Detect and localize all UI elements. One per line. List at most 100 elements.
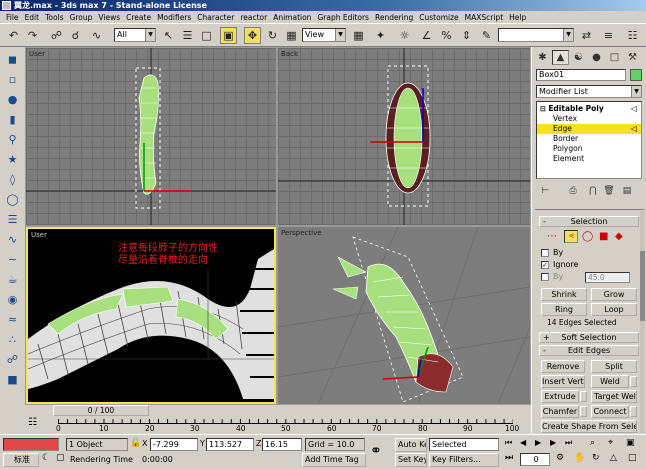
menu-edit[interactable]: Edit xyxy=(22,13,43,22)
configure-sets-icon[interactable]: ▤ xyxy=(620,184,634,198)
undo-icon[interactable]: ↶ xyxy=(5,27,22,44)
selected-set-dropdown[interactable]: Selected xyxy=(429,438,499,451)
modify-tab-icon[interactable]: ▲ xyxy=(552,50,569,65)
show-end-result-icon[interactable]: ⎙ xyxy=(566,184,580,198)
viewport-back[interactable]: Back xyxy=(278,48,530,225)
time-config-icon[interactable]: ⚙ xyxy=(556,453,564,463)
prompt-icon[interactable]: ▢ xyxy=(56,453,65,463)
y-coordinate-field[interactable]: 113.527 xyxy=(206,438,254,451)
next-frame-icon[interactable]: ▶ xyxy=(550,438,556,447)
zoom-icon[interactable]: ⌕ xyxy=(590,438,595,448)
extrude-settings-icon[interactable] xyxy=(580,391,587,402)
cylinder-icon[interactable]: ▮ xyxy=(4,111,21,128)
ring-button[interactable]: Ring xyxy=(541,303,587,316)
helper-icon[interactable]: ◊ xyxy=(4,171,21,188)
utilities-tab-icon[interactable]: ⚒ xyxy=(624,50,641,65)
select-and-link-icon[interactable]: ☍ xyxy=(48,27,65,44)
go-to-end-icon[interactable]: ⏭ xyxy=(565,438,572,448)
unlink-icon[interactable]: ☌ xyxy=(67,27,84,44)
chamfer-settings-icon[interactable] xyxy=(580,406,587,417)
object-name-field[interactable]: Box01 xyxy=(536,69,626,81)
zoom-extents-icon[interactable]: ▣ xyxy=(626,438,635,448)
polygon-mode-icon[interactable]: ■ xyxy=(599,231,608,242)
shrink-button[interactable]: Shrink xyxy=(541,288,587,301)
current-frame-field[interactable]: 0 xyxy=(520,453,550,466)
stack-item-edge[interactable]: Edge ◁ xyxy=(537,124,641,134)
maxscript-listener[interactable] xyxy=(3,438,59,451)
select-and-move-icon[interactable]: ✥ xyxy=(244,27,261,44)
bind-space-warp-icon[interactable]: ∿ xyxy=(88,27,105,44)
spline-icon[interactable]: ∼ xyxy=(4,251,21,268)
snap-toggle-icon[interactable]: ☼ xyxy=(396,27,413,44)
named-selection-icon[interactable]: ✎ xyxy=(478,27,495,44)
select-and-rotate-icon[interactable]: ↻ xyxy=(264,27,281,44)
edit-edges-rollout-header[interactable]: - Edit Edges xyxy=(539,345,639,356)
percent-snap-icon[interactable]: % xyxy=(438,27,455,44)
loop-button[interactable]: Loop xyxy=(591,303,637,316)
add-time-tag-button[interactable]: Add Time Tag xyxy=(302,453,366,467)
light-icon[interactable]: ★ xyxy=(4,151,21,168)
menu-customize[interactable]: Customize xyxy=(416,13,461,22)
ignore-backfacing-checkbox[interactable]: ✓ xyxy=(541,261,549,269)
field-of-view-icon[interactable]: △ xyxy=(610,453,617,463)
stack-item-polygon[interactable]: Polygon xyxy=(537,144,641,154)
extrude-button[interactable]: Extrude xyxy=(541,390,579,403)
lock-icon[interactable]: 🔒 xyxy=(130,438,141,448)
select-object-icon[interactable]: ↖ xyxy=(160,27,177,44)
angle-snap-icon[interactable]: ∠ xyxy=(418,27,435,44)
mode-button[interactable]: 标准 xyxy=(3,453,39,467)
torus-icon[interactable]: ◉ xyxy=(4,291,21,308)
remove-modifier-icon[interactable]: 🗑 xyxy=(602,184,616,198)
target-weld-button[interactable]: Target Weld xyxy=(591,390,637,403)
tube-icon[interactable]: ☍ xyxy=(4,351,21,368)
menu-character[interactable]: Character xyxy=(194,13,237,22)
viewport-label[interactable]: Back xyxy=(281,50,298,58)
by-angle-checkbox[interactable] xyxy=(541,273,549,281)
key-mode-icon[interactable]: ⏭ xyxy=(505,453,513,463)
material-icon[interactable]: ■ xyxy=(4,371,21,388)
camera-icon[interactable]: ⚲ xyxy=(4,131,21,148)
stack-item-border[interactable]: Border xyxy=(537,134,641,144)
set-key-button[interactable]: Set Key xyxy=(395,453,427,467)
previous-frame-icon[interactable]: ◀ xyxy=(520,438,526,447)
create-tab-icon[interactable]: ✱ xyxy=(534,50,551,65)
chamfer-button[interactable]: Chamfer xyxy=(541,405,579,418)
menu-create[interactable]: Create xyxy=(123,13,154,22)
angle-spinner[interactable]: 45.0 xyxy=(585,272,630,283)
menu-graph-editors[interactable]: Graph Editors xyxy=(314,13,372,22)
mini-curve-editor-icon[interactable]: ☷ xyxy=(28,417,44,431)
particle-icon[interactable]: ∴ xyxy=(4,331,21,348)
insert-vertex-button[interactable]: Insert Vertex xyxy=(541,375,585,388)
menu-group[interactable]: Group xyxy=(67,13,96,22)
element-mode-icon[interactable]: ◆ xyxy=(615,231,623,242)
stack-item-vertex[interactable]: Vertex xyxy=(537,114,641,124)
viewport-label[interactable]: User xyxy=(29,50,45,58)
play-icon[interactable]: ▶ xyxy=(535,438,541,447)
stack-item-element[interactable]: Element xyxy=(537,154,641,164)
connect-settings-icon[interactable] xyxy=(630,406,637,417)
menu-animation[interactable]: Animation xyxy=(270,13,314,22)
select-by-name-icon[interactable]: ☰ xyxy=(179,27,196,44)
object-color-swatch[interactable] xyxy=(630,69,642,81)
disc-icon[interactable]: ◯ xyxy=(4,191,21,208)
viewport-user-top[interactable]: User xyxy=(26,48,276,225)
rectangle-selection-icon[interactable]: □ xyxy=(198,27,215,44)
pin-icon[interactable]: ◁ xyxy=(631,104,637,114)
display-tab-icon[interactable]: □ xyxy=(606,50,623,65)
create-shape-button[interactable]: Create Shape From Selection xyxy=(541,420,637,433)
align-icon[interactable]: ≡ xyxy=(600,27,617,44)
moon-icon[interactable]: ☾ xyxy=(42,453,50,463)
time-slider[interactable]: 0 / 100 xyxy=(53,405,149,416)
z-coordinate-field[interactable]: 16.15 xyxy=(262,438,302,451)
connect-button[interactable]: Connect xyxy=(591,405,629,418)
vertex-mode-icon[interactable]: ⋯ xyxy=(547,231,557,242)
menu-tools[interactable]: Tools xyxy=(42,13,66,22)
x-coordinate-field[interactable]: -7.299 xyxy=(150,438,198,451)
menu-views[interactable]: Views xyxy=(95,13,123,22)
menu-modifiers[interactable]: Modifiers xyxy=(154,13,194,22)
stack-icon[interactable]: ☰ xyxy=(4,211,21,228)
reference-coord-dropdown[interactable]: View ▼ xyxy=(302,28,346,42)
sphere-icon[interactable]: ● xyxy=(4,91,21,108)
pin-icon[interactable]: ◁ xyxy=(631,124,637,134)
viewport-label[interactable]: Perspective xyxy=(281,229,322,237)
